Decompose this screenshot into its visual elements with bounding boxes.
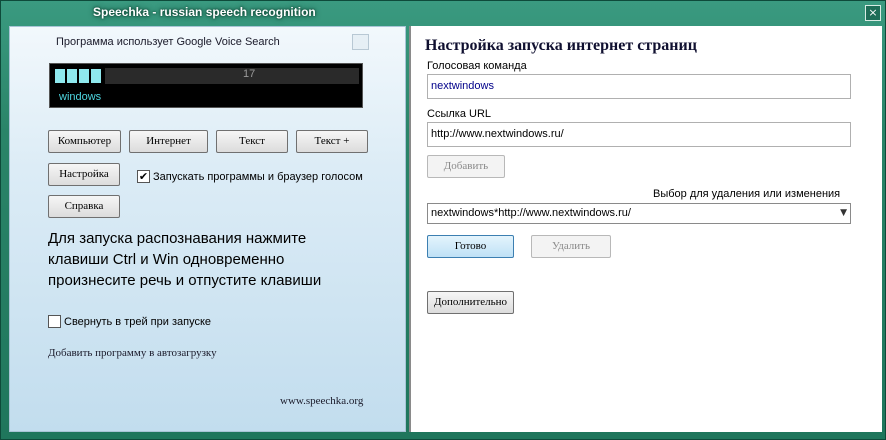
entry-select-label: Выбор для удаления или изменения xyxy=(653,188,841,200)
close-icon: × xyxy=(868,6,878,19)
close-button[interactable]: × xyxy=(865,5,881,21)
web-pages-settings-panel: Настройка запуска интернет страниц Голос… xyxy=(409,26,882,432)
autostart-checkbox[interactable]: ✔ xyxy=(137,170,150,183)
add-to-autostart-link[interactable]: Добавить программу в автозагрузку xyxy=(48,347,217,359)
internet-button[interactable]: Интернет xyxy=(129,130,208,153)
entry-select[interactable]: nextwindows*http://www.nextwindows.ru/ ▼ xyxy=(427,203,851,224)
voice-search-note: Программа использует Google Voice Search xyxy=(56,36,280,48)
settings-button[interactable]: Настройка xyxy=(48,163,120,186)
text-button[interactable]: Текст xyxy=(216,130,288,153)
level-segment xyxy=(67,69,77,83)
entry-select-value: nextwindows*http://www.nextwindows.ru/ xyxy=(431,207,631,219)
minimize-to-tray-label: Свернуть в трей при запуске xyxy=(64,316,211,328)
recognition-instructions: Для запуска распознавания нажмите клавиш… xyxy=(48,230,322,289)
panel-title: Настройка запуска интернет страниц xyxy=(425,37,697,54)
level-track xyxy=(105,68,359,84)
recognized-text: windows xyxy=(59,91,102,103)
level-segment xyxy=(79,69,89,83)
url-label: Ссылка URL xyxy=(427,108,492,120)
title-bar[interactable]: Speechka - russian speech recognition × xyxy=(1,1,886,25)
app-window: Speechka - russian speech recognition × … xyxy=(0,0,886,440)
window-title: Speechka - russian speech recognition xyxy=(93,5,316,19)
level-segment xyxy=(55,69,65,83)
advanced-button[interactable]: Дополнительно xyxy=(427,291,514,314)
text-plus-button[interactable]: Текст + xyxy=(296,130,368,153)
computer-button[interactable]: Компьютер xyxy=(48,130,121,153)
website-link[interactable]: www.speechka.org xyxy=(280,395,363,407)
checkmark-icon: ✔ xyxy=(138,170,149,183)
voice-command-label: Голосовая команда xyxy=(427,60,527,72)
voice-command-input[interactable]: nextwindows xyxy=(427,74,851,99)
done-button[interactable]: Готово xyxy=(427,235,514,258)
url-input[interactable]: http://www.nextwindows.ru/ xyxy=(427,122,851,147)
voice-level-meter: 17 windows xyxy=(49,63,363,108)
level-value: 17 xyxy=(243,68,256,80)
delete-button[interactable]: Удалить xyxy=(531,235,611,258)
level-segment xyxy=(91,69,101,83)
chevron-down-icon[interactable]: ▼ xyxy=(840,204,847,223)
add-button[interactable]: Добавить xyxy=(427,155,505,178)
minimize-to-tray-checkbox[interactable] xyxy=(48,315,61,328)
autostart-label: Запускать программы и браузер голосом xyxy=(153,171,363,183)
left-panel: Программа использует Google Voice Search… xyxy=(9,26,406,432)
help-button[interactable]: Справка xyxy=(48,195,120,218)
corner-toggle-box[interactable] xyxy=(352,34,369,50)
